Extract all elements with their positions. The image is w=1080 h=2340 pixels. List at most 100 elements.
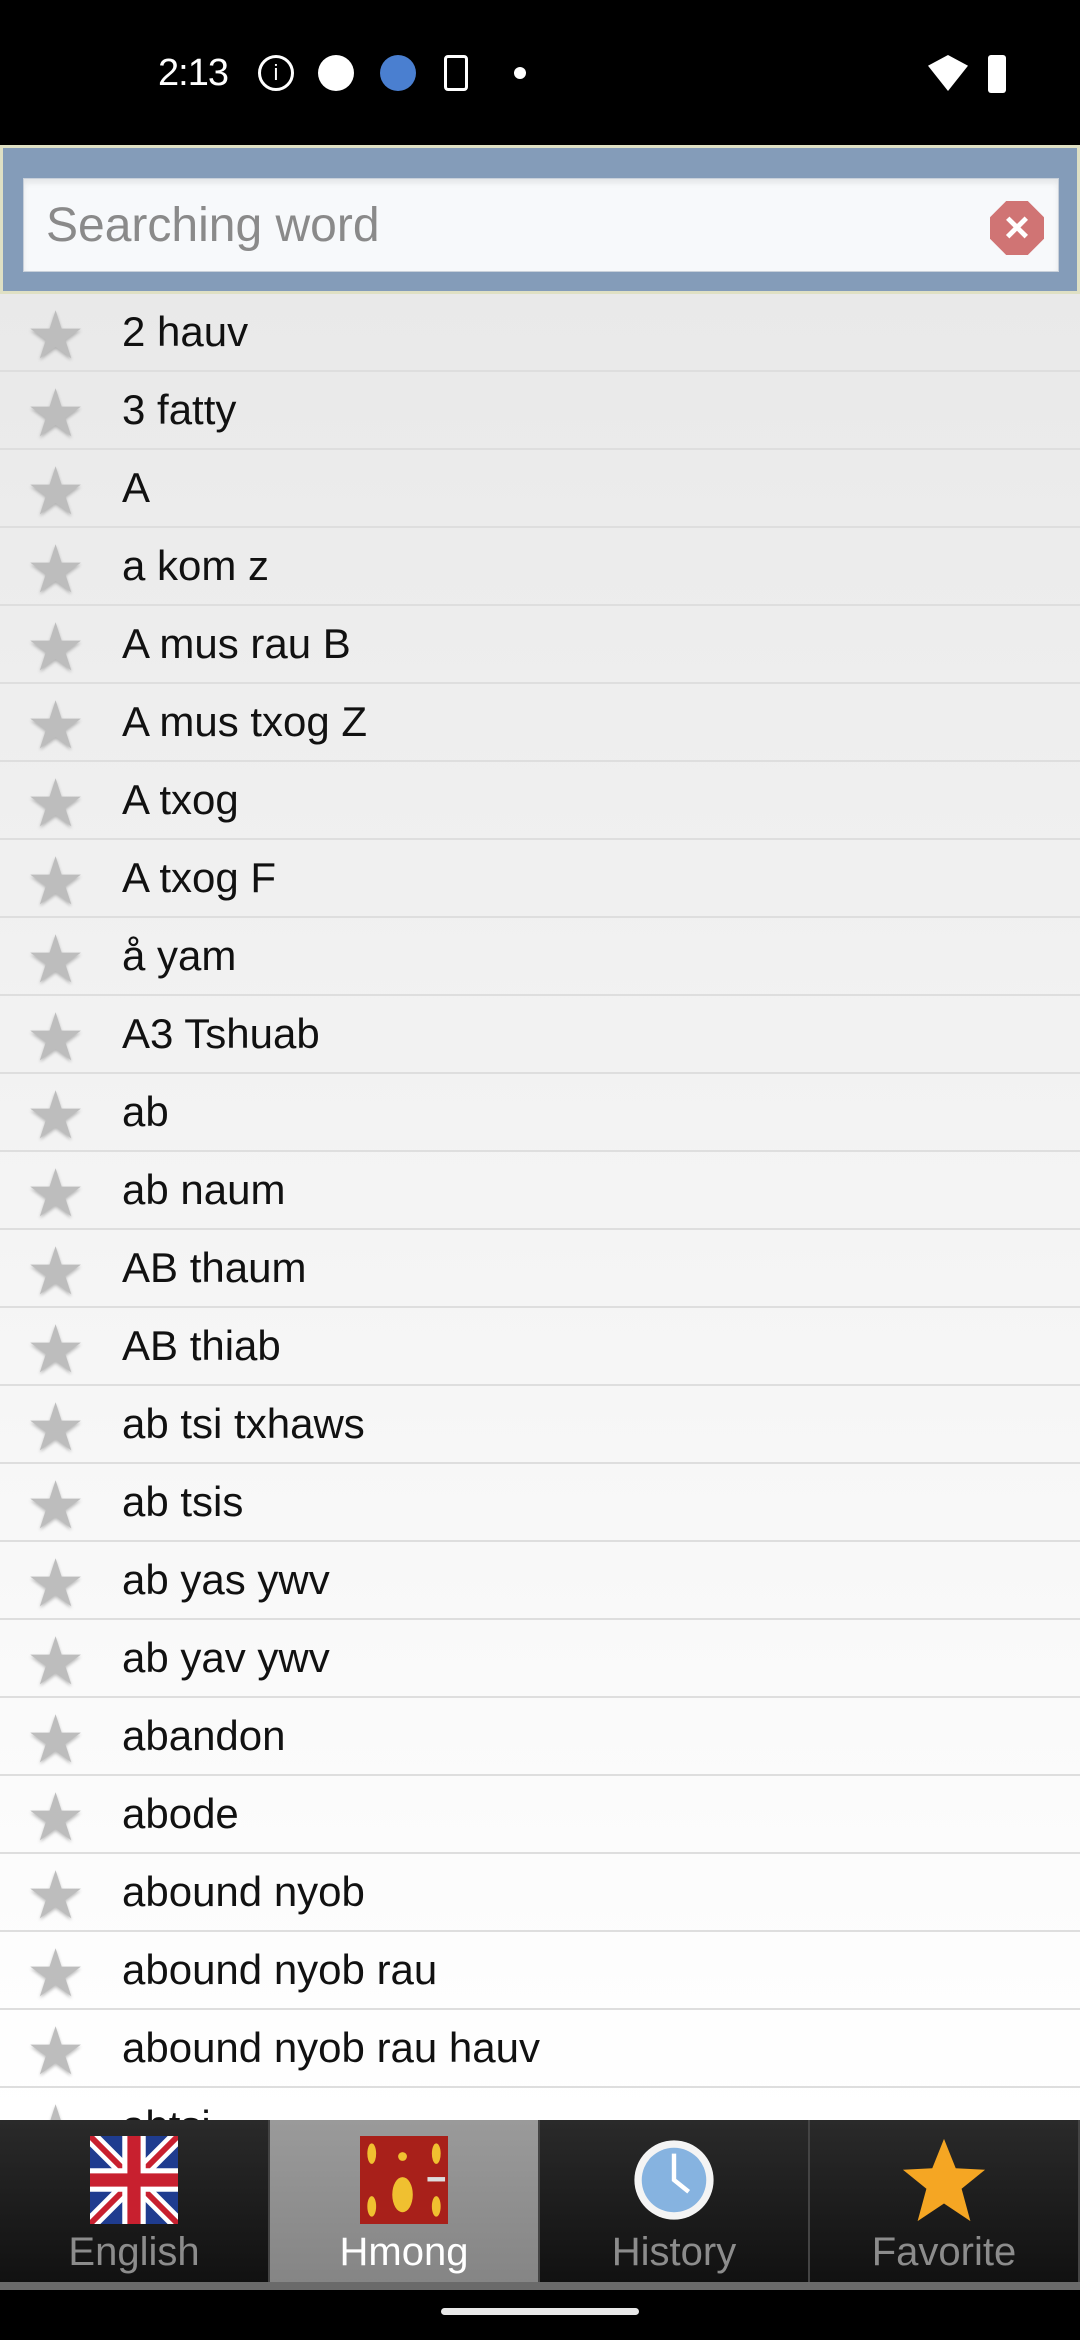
- list-item[interactable]: ★ abode: [0, 1776, 1080, 1854]
- tab-hmong[interactable]: Hmong: [270, 2120, 540, 2282]
- list-item[interactable]: ★ 2 hauv: [0, 294, 1080, 372]
- favorite-star-icon[interactable]: ★: [26, 1628, 85, 1694]
- list-item[interactable]: ★ ab: [0, 1074, 1080, 1152]
- favorite-star-icon[interactable]: ★: [26, 536, 85, 602]
- tab-english[interactable]: English: [0, 2120, 270, 2282]
- word-label: abtsi: [122, 2102, 211, 2120]
- favorite-star-icon[interactable]: ★: [26, 1472, 85, 1538]
- tab-label: English: [68, 2230, 200, 2274]
- favorite-star-icon[interactable]: ★: [26, 1238, 85, 1304]
- favorite-star-icon[interactable]: ★: [26, 380, 85, 446]
- favorite-star-icon[interactable]: ★: [26, 1940, 85, 2006]
- list-item[interactable]: ★ AB thaum: [0, 1230, 1080, 1308]
- search-input[interactable]: [46, 179, 966, 271]
- favorite-star-icon[interactable]: ★: [26, 1550, 85, 1616]
- word-label: a kom z: [122, 542, 270, 589]
- favorite-star-icon[interactable]: ★: [26, 692, 85, 758]
- device-check-icon: [444, 55, 468, 91]
- list-item[interactable]: ★ A txog: [0, 762, 1080, 840]
- search-panel: ×: [0, 145, 1080, 294]
- favorite-star-icon[interactable]: ★: [26, 458, 85, 524]
- bottom-tab-bar: English Hmong History Favorite: [0, 2120, 1080, 2290]
- list-item[interactable]: ★ abound nyob rau: [0, 1932, 1080, 2010]
- favorite-star-icon[interactable]: ★: [26, 614, 85, 680]
- list-item[interactable]: ★ abound nyob: [0, 1854, 1080, 1932]
- word-label: ab tsis: [122, 1478, 244, 1525]
- favorite-star-icon[interactable]: ★: [26, 1160, 85, 1226]
- search-box: ×: [23, 178, 1059, 272]
- list-item[interactable]: ★ ab tsis: [0, 1464, 1080, 1542]
- list-item[interactable]: ★ ab yav ywv: [0, 1620, 1080, 1698]
- favorite-star-icon[interactable]: ★: [26, 1706, 85, 1772]
- favorite-star-icon[interactable]: ★: [26, 1394, 85, 1460]
- word-label: å yam: [122, 932, 237, 979]
- list-item[interactable]: ★ A: [0, 450, 1080, 528]
- list-item[interactable]: ★ ab tsi txhaws: [0, 1386, 1080, 1464]
- word-label: ab yav ywv: [122, 1634, 330, 1681]
- word-label: A txog: [122, 776, 239, 823]
- clear-search-button[interactable]: ×: [990, 201, 1044, 255]
- list-item[interactable]: ★ a kom z: [0, 528, 1080, 606]
- word-label: AB thaum: [122, 1244, 307, 1291]
- favorite-star-icon[interactable]: ★: [26, 1862, 85, 1928]
- word-label: 2 hauv: [122, 308, 249, 355]
- tab-favorite[interactable]: Favorite: [810, 2120, 1080, 2282]
- status-time: 2:13: [158, 52, 229, 94]
- tab-history[interactable]: History: [540, 2120, 810, 2282]
- battery-charging-icon: [988, 55, 1006, 93]
- word-label: A txog F: [122, 854, 277, 901]
- tab-label: Hmong: [339, 2230, 469, 2274]
- wifi-icon: [928, 55, 968, 91]
- word-label: A mus rau B: [122, 620, 351, 667]
- word-label: abound nyob: [122, 1868, 365, 1915]
- favorite-star-icon[interactable]: ★: [26, 926, 85, 992]
- close-icon: ×: [1004, 203, 1030, 252]
- list-item[interactable]: ★ A txog F: [0, 840, 1080, 918]
- navigation-bar: [0, 2290, 1080, 2340]
- list-item[interactable]: ★ ab yas ywv: [0, 1542, 1080, 1620]
- info-icon: i: [258, 55, 294, 91]
- list-item[interactable]: ★ A mus txog Z: [0, 684, 1080, 762]
- list-item[interactable]: ★ A mus rau B: [0, 606, 1080, 684]
- word-label: A: [122, 464, 151, 511]
- word-label: ab tsi txhaws: [122, 1400, 365, 1447]
- favorite-star-icon[interactable]: ★: [26, 2018, 85, 2084]
- list-item[interactable]: ★ AB thiab: [0, 1308, 1080, 1386]
- word-label: abound nyob rau: [122, 1946, 438, 1993]
- word-label: AB thiab: [122, 1322, 281, 1369]
- app-notification-icon: [318, 55, 354, 91]
- status-bar: 2:13 i: [0, 0, 1080, 145]
- list-item[interactable]: ★ å yam: [0, 918, 1080, 996]
- word-label: abode: [122, 1790, 239, 1837]
- list-item[interactable]: ★ A3 Tshuab: [0, 996, 1080, 1074]
- uk-flag-icon: [90, 2136, 178, 2224]
- home-handle[interactable]: [441, 2308, 639, 2315]
- tab-label: Favorite: [871, 2230, 1017, 2274]
- favorite-star-icon[interactable]: ★: [26, 1082, 85, 1148]
- word-label: 3 fatty: [122, 386, 237, 433]
- more-dot-icon: [514, 67, 526, 79]
- list-item[interactable]: ★ ab naum: [0, 1152, 1080, 1230]
- word-label: ab naum: [122, 1166, 286, 1213]
- favorite-star-icon[interactable]: ★: [26, 848, 85, 914]
- word-label: A3 Tshuab: [122, 1010, 320, 1057]
- favorite-star-icon[interactable]: ★: [26, 2096, 85, 2120]
- word-label: ab: [122, 1088, 169, 1135]
- favorite-star-icon[interactable]: ★: [26, 770, 85, 836]
- favorite-star-icon[interactable]: ★: [26, 1784, 85, 1850]
- list-item[interactable]: ★ abtsi: [0, 2088, 1080, 2120]
- tab-label: History: [611, 2230, 737, 2274]
- list-item[interactable]: ★ abound nyob rau hauv: [0, 2010, 1080, 2088]
- word-label: abound nyob rau hauv: [122, 2024, 541, 2071]
- favorite-star-icon[interactable]: ★: [26, 302, 85, 368]
- favorite-star-icon[interactable]: ★: [26, 1316, 85, 1382]
- list-item[interactable]: ★ 3 fatty: [0, 372, 1080, 450]
- favorite-star-icon[interactable]: ★: [26, 1004, 85, 1070]
- test-app-icon: [380, 55, 416, 91]
- word-list[interactable]: ★ 2 hauv ★ 3 fatty ★ A ★ a kom z ★ A mus rau B ★ A …: [0, 294, 1080, 2120]
- star-icon: [902, 2138, 986, 2222]
- word-label: abandon: [122, 1712, 286, 1759]
- clock-icon: [634, 2140, 714, 2220]
- list-item[interactable]: ★ abandon: [0, 1698, 1080, 1776]
- word-label: ab yas ywv: [122, 1556, 330, 1603]
